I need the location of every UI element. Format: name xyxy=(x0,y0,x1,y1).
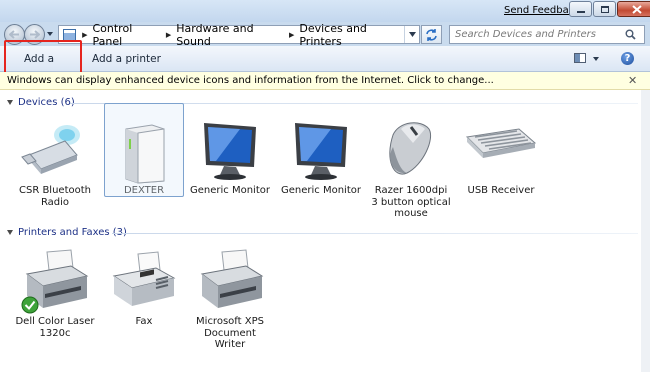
change-view-icon[interactable] xyxy=(574,53,586,63)
help-icon[interactable]: ? xyxy=(621,52,634,65)
forward-arrow-icon xyxy=(30,30,40,39)
back-arrow-icon xyxy=(9,30,19,39)
address-bar[interactable]: ▶ Control Panel ▶ Hardware and Sound ▶ D… xyxy=(58,22,420,48)
collapse-triangle-icon[interactable] xyxy=(7,100,13,105)
group-header-printers[interactable]: Printers and Faxes (3) xyxy=(7,227,127,238)
search-icon[interactable] xyxy=(622,29,638,40)
device-label: USB Receiver xyxy=(467,185,535,196)
window-controls xyxy=(569,1,650,17)
close-icon xyxy=(632,4,642,14)
printer-dell-color-laser[interactable]: Dell Color Laser 1320c xyxy=(15,246,95,339)
info-bar-message[interactable]: Windows can display enhanced device icon… xyxy=(7,75,494,86)
fax-icon xyxy=(112,251,176,306)
scrollbar-track[interactable] xyxy=(641,90,650,372)
collapse-triangle-icon[interactable] xyxy=(7,230,13,235)
group-divider xyxy=(112,233,638,234)
chevron-right-icon[interactable]: ▶ xyxy=(289,31,294,39)
close-button[interactable] xyxy=(617,1,650,17)
device-generic-monitor-2[interactable]: Generic Monitor xyxy=(281,115,361,197)
breadcrumb-control-panel[interactable]: Control Panel xyxy=(92,22,159,48)
recent-pages-dropdown[interactable] xyxy=(47,32,53,36)
device-label: Dell Color Laser 1320c xyxy=(15,316,95,339)
chevron-right-icon[interactable]: ▶ xyxy=(166,31,171,39)
view-options-dropdown[interactable] xyxy=(593,57,599,61)
device-label: CSR Bluetooth Radio xyxy=(18,185,91,208)
command-toolbar: Add a device Add a printer xyxy=(0,46,650,91)
search-box[interactable] xyxy=(449,25,645,44)
device-label: Generic Monitor xyxy=(281,185,361,196)
device-label: Microsoft XPS Document Writer xyxy=(196,316,264,350)
address-history-dropdown[interactable] xyxy=(404,26,419,43)
computer-tower-icon xyxy=(125,124,165,184)
control-panel-icon xyxy=(63,28,77,41)
refresh-icon xyxy=(426,28,437,41)
maximize-icon xyxy=(600,5,609,13)
printer-microsoft-xps[interactable]: Microsoft XPS Document Writer xyxy=(190,246,270,351)
breadcrumb-devices-and-printers[interactable]: Devices and Printers xyxy=(299,22,404,48)
minimize-icon xyxy=(576,11,585,13)
default-printer-checkmark-icon xyxy=(21,296,39,314)
printer-icon xyxy=(200,249,264,308)
device-label: Fax xyxy=(135,316,153,327)
breadcrumb-hardware-and-sound[interactable]: Hardware and Sound xyxy=(176,22,283,48)
minimize-button[interactable] xyxy=(569,1,592,17)
group-header-label: Printers and Faxes (3) xyxy=(18,227,127,238)
refresh-button[interactable] xyxy=(421,25,442,44)
monitor-icon xyxy=(204,123,256,180)
info-bar[interactable]: Windows can display enhanced device icon… xyxy=(0,72,650,90)
title-bar: Send Feedback xyxy=(0,0,650,22)
chevron-down-icon xyxy=(408,32,416,37)
device-dexter[interactable]: DEXTER xyxy=(104,103,184,197)
maximize-button[interactable] xyxy=(593,1,616,17)
highlight-annotation xyxy=(4,40,82,75)
chevron-right-icon[interactable]: ▶ xyxy=(82,31,87,39)
device-usb-receiver[interactable]: USB Receiver xyxy=(461,115,541,197)
device-label: Generic Monitor xyxy=(190,185,270,196)
device-razer-mouse[interactable]: Razer 1600dpi 3 button optical mouse xyxy=(371,115,451,220)
info-bar-close-icon[interactable]: ✕ xyxy=(628,74,637,87)
monitor-icon xyxy=(295,123,347,180)
navigation-bar: ▶ Control Panel ▶ Hardware and Sound ▶ D… xyxy=(0,22,650,48)
device-csr-bluetooth-radio[interactable]: CSR Bluetooth Radio xyxy=(15,115,95,208)
group-header-label: Devices (6) xyxy=(18,97,75,108)
group-header-devices[interactable]: Devices (6) xyxy=(7,97,75,108)
mouse-icon xyxy=(389,122,431,175)
printer-fax[interactable]: Fax xyxy=(104,246,184,328)
usb-bluetooth-dongle-icon xyxy=(21,125,80,174)
search-input[interactable] xyxy=(450,29,622,40)
device-generic-monitor-1[interactable]: Generic Monitor xyxy=(190,115,270,197)
device-label: Razer 1600dpi 3 button optical mouse xyxy=(371,185,451,219)
keyboard-icon xyxy=(465,128,537,158)
add-printer-button[interactable]: Add a printer xyxy=(92,46,161,72)
